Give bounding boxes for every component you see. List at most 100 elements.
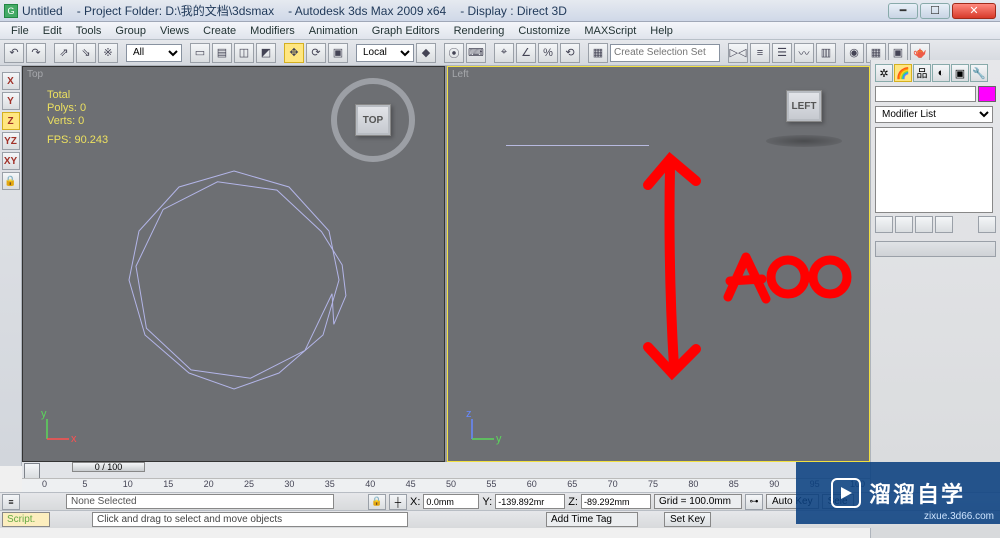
viewport-label-top: Top — [27, 69, 43, 80]
unlink-button[interactable]: ⇘ — [76, 43, 96, 63]
menu-file[interactable]: File — [4, 25, 36, 37]
modifier-stack[interactable] — [875, 127, 993, 213]
configure-sets-button[interactable] — [978, 216, 996, 233]
mirror-button[interactable]: ▷◁ — [728, 43, 748, 63]
viewport-left[interactable]: Left LEFT z y — [447, 66, 870, 462]
tab-create[interactable]: ✲ — [875, 64, 893, 82]
time-ruler[interactable]: 0510152025303540455055606570758085909510… — [22, 478, 870, 492]
percent-snap-button[interactable]: % — [538, 43, 558, 63]
axis-z[interactable]: Z — [2, 112, 20, 130]
y-label: Y: — [482, 496, 492, 508]
ruler-tick: 70 — [608, 479, 618, 489]
object-color-swatch[interactable] — [978, 86, 996, 102]
watermark-text: 溜溜自学 — [869, 477, 965, 509]
keymode-toggle[interactable]: ⊶ — [745, 494, 763, 510]
y-spinner[interactable] — [495, 494, 565, 509]
menu-grapheditors[interactable]: Graph Editors — [365, 25, 447, 37]
axis-gizmo-icon: z y — [466, 409, 502, 445]
ruler-tick: 45 — [406, 479, 416, 489]
minimize-button[interactable]: ━ — [888, 3, 918, 19]
material-editor-button[interactable]: ◉ — [844, 43, 864, 63]
object-name-input[interactable] — [875, 86, 976, 102]
axis-y[interactable]: Y — [2, 92, 20, 110]
link-button[interactable]: ⇗ — [54, 43, 74, 63]
close-button[interactable]: ✕ — [952, 3, 996, 19]
menu-help[interactable]: Help — [643, 25, 680, 37]
rect-region-button[interactable]: ◫ — [234, 43, 254, 63]
manipulate-button[interactable]: ⦿ — [444, 43, 464, 63]
align-button[interactable]: ≡ — [750, 43, 770, 63]
show-end-result-button[interactable] — [895, 216, 913, 233]
lock-selection-button[interactable]: 🔒 — [368, 494, 386, 510]
axis-lock-icon[interactable]: 🔒 — [2, 172, 20, 190]
window-crossing-button[interactable]: ◩ — [256, 43, 276, 63]
tab-utilities[interactable]: 🔧 — [970, 64, 988, 82]
transform-type-in-button[interactable]: ┼ — [389, 494, 407, 510]
ruler-tick: 65 — [567, 479, 577, 489]
tab-display[interactable]: ▣ — [951, 64, 969, 82]
setkey-button[interactable]: Set Key — [664, 512, 711, 527]
viewcube-face[interactable]: LEFT — [786, 90, 822, 122]
named-selection-button[interactable]: ▦ — [588, 43, 608, 63]
axis-yz[interactable]: YZ — [2, 132, 20, 150]
tab-modify[interactable]: 🌈 — [894, 64, 912, 82]
angle-snap-button[interactable]: ∠ — [516, 43, 536, 63]
menu-customize[interactable]: Customize — [511, 25, 577, 37]
tab-hierarchy[interactable]: 品 — [913, 64, 931, 82]
menu-rendering[interactable]: Rendering — [447, 25, 512, 37]
menu-bar: File Edit Tools Group Views Create Modif… — [0, 22, 1000, 40]
use-center-button[interactable]: ◆ — [416, 43, 436, 63]
curve-editor-button[interactable]: 〰 — [794, 43, 814, 63]
select-object-button[interactable]: ▭ — [190, 43, 210, 63]
mini-listener-toggle[interactable]: ≡ — [2, 494, 20, 510]
selection-filter[interactable]: All — [126, 44, 182, 62]
selection-status: None Selected — [66, 494, 334, 509]
select-scale-button[interactable]: ▣ — [328, 43, 348, 63]
menu-group[interactable]: Group — [108, 25, 153, 37]
stats-polys: Polys: 0 — [47, 102, 108, 115]
viewcube-top[interactable]: TOP — [328, 75, 418, 165]
menu-animation[interactable]: Animation — [302, 25, 365, 37]
script-listener[interactable]: Script. — [2, 512, 50, 527]
maximize-button[interactable]: ☐ — [920, 3, 950, 19]
bind-spacewarp-button[interactable]: ※ — [98, 43, 118, 63]
undo-button[interactable]: ↶ — [4, 43, 24, 63]
ruler-tick: 90 — [769, 479, 779, 489]
play-icon — [831, 478, 861, 508]
snap-toggle-button[interactable]: ⌖ — [494, 43, 514, 63]
select-by-name-button[interactable]: ▤ — [212, 43, 232, 63]
axis-xy[interactable]: XY — [2, 152, 20, 170]
menu-modifiers[interactable]: Modifiers — [243, 25, 302, 37]
watermark-url: zixue.3d66.com — [924, 511, 994, 522]
schematic-view-button[interactable]: ▥ — [816, 43, 836, 63]
remove-modifier-button[interactable] — [935, 216, 953, 233]
time-slider[interactable]: 0 / 100 — [72, 462, 145, 472]
rollup-placeholder — [875, 241, 996, 257]
ref-coord-system[interactable]: Local — [356, 44, 414, 62]
viewport-area: Top Total Polys: 0 Verts: 0 FPS: 90.243 … — [22, 66, 870, 462]
redo-button[interactable]: ↷ — [26, 43, 46, 63]
make-unique-button[interactable] — [915, 216, 933, 233]
menu-tools[interactable]: Tools — [69, 25, 109, 37]
spinner-snap-button[interactable]: ⟲ — [560, 43, 580, 63]
selection-set-input[interactable] — [610, 44, 720, 62]
time-tag[interactable]: Add Time Tag — [546, 512, 638, 527]
select-rotate-button[interactable]: ⟳ — [306, 43, 326, 63]
x-spinner[interactable] — [423, 494, 479, 509]
keyboard-shortcut-button[interactable]: ⌨ — [466, 43, 486, 63]
layers-button[interactable]: ☰ — [772, 43, 792, 63]
track-bar-toggle[interactable] — [24, 463, 40, 479]
z-spinner[interactable] — [581, 494, 651, 509]
menu-views[interactable]: Views — [153, 25, 196, 37]
viewcube-left[interactable]: LEFT — [759, 73, 849, 163]
viewport-top[interactable]: Top Total Polys: 0 Verts: 0 FPS: 90.243 … — [22, 66, 445, 462]
tab-motion[interactable]: ◐ — [932, 64, 950, 82]
menu-create[interactable]: Create — [196, 25, 243, 37]
ruler-tick: 10 — [123, 479, 133, 489]
modifier-list[interactable]: Modifier List — [875, 106, 993, 123]
menu-maxscript[interactable]: MAXScript — [577, 25, 643, 37]
axis-x[interactable]: X — [2, 72, 20, 90]
select-move-button[interactable]: ✥ — [284, 43, 304, 63]
pin-stack-button[interactable] — [875, 216, 893, 233]
menu-edit[interactable]: Edit — [36, 25, 69, 37]
